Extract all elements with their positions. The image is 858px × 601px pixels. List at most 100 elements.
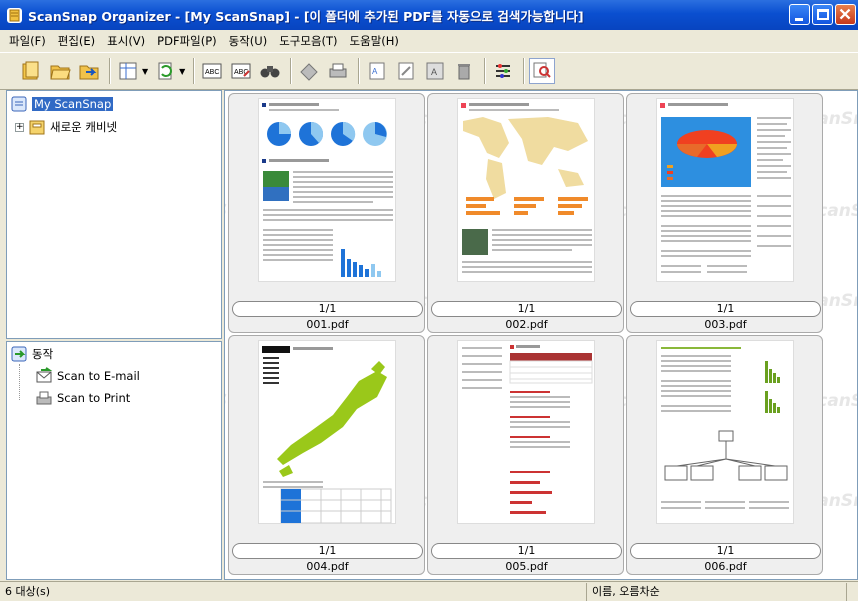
menu-action[interactable]: 동작(U) — [223, 33, 274, 49]
open-folder-icon — [50, 65, 71, 80]
file-name: 002.pdf — [505, 318, 548, 331]
action-header-label: 동작 — [32, 347, 54, 361]
maximize-button[interactable] — [812, 4, 833, 25]
file-thumbnail[interactable]: 1/1 001.pdf — [228, 93, 425, 333]
file-name: 001.pdf — [306, 318, 349, 331]
svg-text:A: A — [431, 67, 437, 77]
page-preview — [258, 340, 396, 524]
file-thumbnail[interactable]: 1/1 003.pdf — [626, 93, 823, 333]
tree-root-my-scansnap[interactable]: My ScanSnap — [10, 95, 114, 113]
menu-toolbar[interactable]: 도구모음(T) — [273, 33, 343, 49]
action-scan-to-email[interactable]: Scan to E-mail — [35, 367, 140, 385]
scan-icon — [300, 63, 319, 81]
thumbnail-button[interactable]: A — [364, 58, 390, 84]
new-folder-icon — [22, 61, 39, 80]
thumbnail-view[interactable]: ScanSnap ScanSnap ScanSnap ScanSnap Scan… — [224, 90, 858, 580]
toolbar-separator — [484, 58, 487, 84]
rotate-button[interactable] — [152, 58, 178, 84]
binoculars-icon — [260, 66, 280, 78]
toolbar-separator — [523, 58, 526, 84]
keyword-button[interactable]: ABC — [228, 58, 254, 84]
menu-bar: 파일(F) 편집(E) 표시(V) PDF파일(P) 동작(U) 도구모음(T)… — [0, 30, 858, 52]
page-count: 1/1 — [630, 543, 821, 559]
action-header[interactable]: 동작 — [10, 345, 53, 363]
action-scan-to-print[interactable]: Scan to Print — [35, 389, 130, 407]
toolbar-separator — [358, 58, 361, 84]
view-dropdown-arrow[interactable]: ▼ — [142, 67, 148, 76]
minimize-button[interactable] — [789, 4, 810, 25]
keyword-icon: ABC — [231, 63, 251, 79]
file-name: 005.pdf — [505, 560, 548, 573]
close-button[interactable] — [835, 4, 856, 25]
folder-tree-pane[interactable]: My ScanSnap + 새로운 캐비넷 — [6, 90, 222, 339]
text-recognition-button[interactable]: ABC — [199, 58, 225, 84]
printer-icon — [36, 391, 52, 405]
delete-button[interactable] — [451, 58, 477, 84]
menu-edit[interactable]: 편집(E) — [52, 33, 101, 49]
file-thumbnail[interactable]: 1/1 002.pdf — [427, 93, 624, 333]
print-button[interactable] — [325, 58, 351, 84]
thumbnail-icon: A — [369, 62, 385, 80]
window-title: ScanSnap Organizer - [My ScanSnap] - [이 … — [28, 8, 584, 24]
menu-view[interactable]: 표시(V) — [101, 33, 151, 49]
page-count: 1/1 — [630, 301, 821, 317]
scan-button[interactable] — [296, 58, 322, 84]
page-preview — [457, 98, 595, 282]
page-icon: A — [426, 62, 444, 80]
page-count: 1/1 — [232, 543, 423, 559]
tree-root-label: My ScanSnap — [32, 97, 114, 111]
expand-toggle[interactable]: + — [15, 122, 24, 132]
settings-button[interactable] — [490, 58, 516, 84]
menu-help[interactable]: 도움말(H) — [344, 33, 405, 49]
page-count: 1/1 — [232, 301, 423, 317]
file-name: 004.pdf — [306, 560, 349, 573]
svg-text:A: A — [372, 67, 378, 76]
scansnap-folder-icon — [11, 96, 27, 112]
new-folder-button[interactable] — [18, 58, 44, 84]
page-preview — [258, 98, 396, 282]
zoom-icon — [533, 62, 552, 78]
toolbar-separator — [193, 58, 196, 84]
toolbar-separator — [290, 58, 293, 84]
page-preview — [457, 340, 595, 524]
file-thumbnail[interactable]: 1/1 005.pdf — [427, 335, 624, 575]
zoom-button[interactable] — [529, 58, 556, 84]
printer-icon — [329, 63, 347, 78]
search-button[interactable] — [257, 58, 283, 84]
toolbar-separator — [109, 58, 111, 84]
status-object-count: 6 대상(s) — [0, 582, 587, 601]
status-bar: 6 대상(s) 이름, 오름차순 — [0, 581, 858, 601]
open-folder-button[interactable] — [47, 58, 73, 84]
action-item-label: Scan to Print — [57, 391, 131, 405]
tree-item-label: 새로운 캐비넷 — [50, 120, 118, 134]
text-recognition-icon: ABC — [202, 63, 222, 79]
file-name: 006.pdf — [704, 560, 747, 573]
page-button[interactable]: A — [422, 58, 448, 84]
tree-connector — [19, 364, 20, 400]
email-icon — [36, 367, 53, 383]
view-icon — [119, 62, 137, 80]
edit-icon — [398, 62, 414, 80]
page-count: 1/1 — [431, 543, 622, 559]
action-pane[interactable]: 동작 Scan to E-mail Scan to Print — [6, 341, 222, 580]
view-button[interactable] — [115, 58, 141, 84]
menu-file[interactable]: 파일(F) — [3, 33, 52, 49]
scansnap-app-icon — [7, 7, 22, 23]
rotate-dropdown-arrow[interactable]: ▼ — [179, 67, 185, 76]
move-folder-icon — [79, 65, 99, 80]
move-folder-button[interactable] — [76, 58, 102, 84]
cabinet-icon — [29, 120, 45, 135]
file-thumbnail[interactable]: 1/1 006.pdf — [626, 335, 823, 575]
title-bar[interactable]: ScanSnap Organizer - [My ScanSnap] - [이 … — [0, 0, 858, 30]
tree-item-new-cabinet[interactable]: + 새로운 캐비넷 — [15, 118, 117, 136]
menu-pdf-file[interactable]: PDF파일(P) — [151, 33, 222, 49]
page-preview — [656, 340, 794, 524]
rotate-icon — [158, 62, 173, 80]
file-name: 003.pdf — [704, 318, 747, 331]
file-thumbnail[interactable]: 1/1 004.pdf — [228, 335, 425, 575]
action-icon — [11, 346, 27, 362]
edit-page-button[interactable] — [393, 58, 419, 84]
settings-icon — [496, 64, 511, 78]
trash-icon — [458, 64, 471, 80]
toolbar: ▼ ▼ ABC ABC A A — [0, 52, 858, 90]
